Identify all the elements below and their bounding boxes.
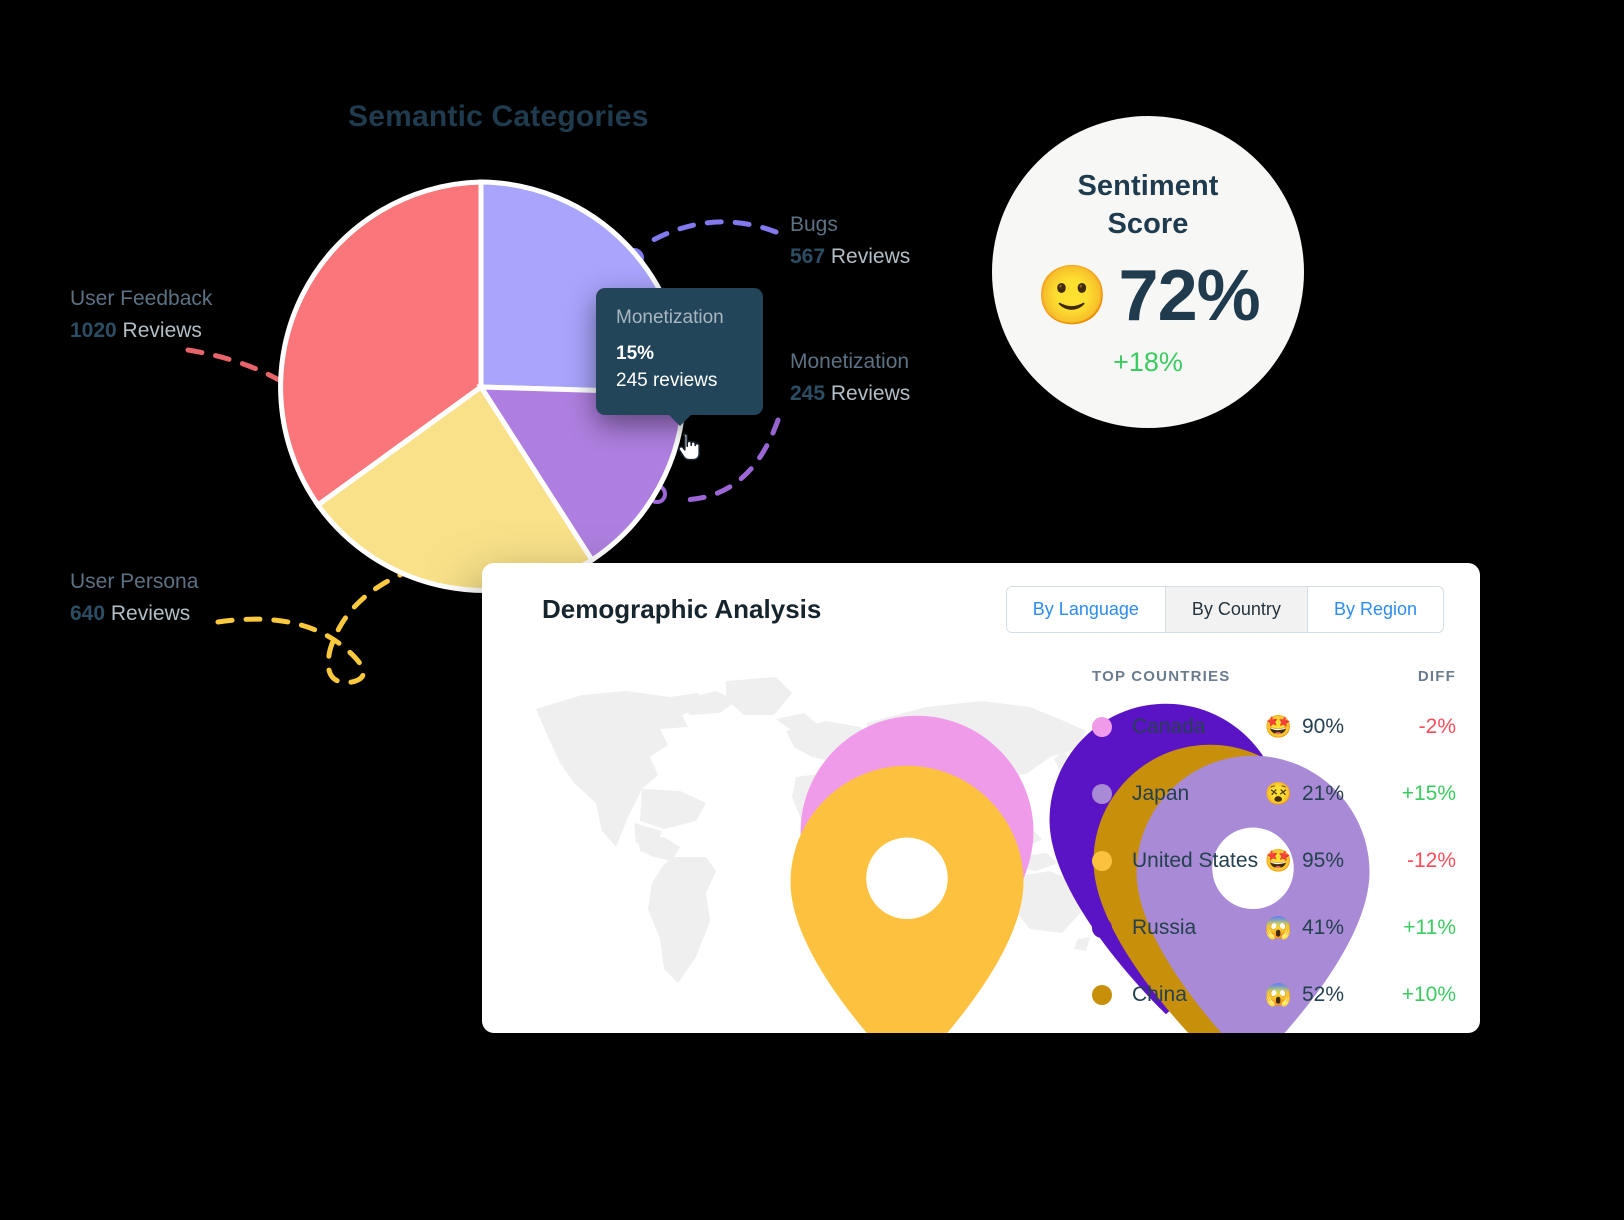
sentiment-delta: +18% (1113, 346, 1183, 377)
table-row[interactable]: China 😱 52% +10% (1082, 961, 1462, 1028)
slightly-smiling-face-icon: 🙂 (1036, 262, 1109, 328)
table-row[interactable]: United States 🤩 95% -12% (1082, 827, 1462, 894)
dizzy-face-emoji-icon: 😵 (1264, 780, 1292, 806)
country-color-dot (1092, 984, 1112, 1005)
country-diff: +11% (1403, 915, 1456, 939)
pie-label-value: 640 Reviews (70, 602, 191, 625)
tooltip-percent: 15% (616, 343, 655, 364)
top-countries-table: TOP COUNTRIES DIFF Canada 🤩 90% -2% Japa… (1082, 659, 1462, 1028)
screaming-face-emoji-icon: 😱 (1264, 981, 1292, 1007)
sentiment-title: Sentiment Score (1077, 167, 1218, 243)
pie-label-category: Bugs (790, 213, 838, 236)
tooltip-tail (668, 414, 692, 426)
country-name: Russia (1132, 915, 1197, 939)
country-color-dot (1092, 783, 1112, 804)
pie-label-category: User Feedback (70, 287, 213, 310)
sentiment-title-line1: Sentiment (1077, 169, 1219, 202)
card-title: Demographic Analysis (542, 593, 822, 624)
sentiment-score-value: 72% (1118, 255, 1261, 336)
table-row[interactable]: Canada 🤩 90% -2% (1082, 693, 1462, 760)
star-struck-emoji-icon: 🤩 (1264, 847, 1292, 873)
pie-label-category: User Persona (70, 570, 199, 593)
star-struck-emoji-icon: 🤩 (1264, 713, 1292, 739)
tooltip-reviews: 245 reviews (616, 370, 718, 391)
country-diff: +15% (1401, 781, 1456, 805)
table-row[interactable]: Russia 😱 41% +11% (1082, 894, 1462, 961)
country-name: China (1132, 982, 1187, 1006)
country-percent: 95% (1302, 848, 1345, 872)
sentiment-title-line2: Score (1107, 207, 1189, 240)
country-diff: -12% (1406, 848, 1456, 872)
dashboard-canvas: Semantic Categories User Feedback 1020 R… (0, 0, 1624, 1220)
pie-label-bugs: Bugs 567 Reviews (790, 210, 910, 274)
screaming-face-emoji-icon: 😱 (1264, 914, 1292, 940)
table-header-row: TOP COUNTRIES DIFF (1082, 659, 1462, 693)
country-diff: -2% (1418, 714, 1456, 738)
tab-by-country[interactable]: By Country (1165, 586, 1308, 632)
table-row[interactable]: Japan 😵 21% +15% (1082, 760, 1462, 827)
country-color-dot (1092, 716, 1112, 737)
country-color-dot (1092, 917, 1112, 938)
tooltip-category: Monetization (616, 307, 724, 328)
pie-tooltip: Monetization 15% 245 reviews (596, 288, 763, 426)
view-mode-tabs[interactable]: By Language By Country By Region (1005, 585, 1444, 633)
tab-by-language[interactable]: By Language (1006, 586, 1166, 632)
country-name: Japan (1132, 781, 1190, 805)
pie-label-user-persona: User Persona 640 Reviews (70, 567, 198, 631)
sentiment-score-row: 🙂 72% (1036, 255, 1261, 337)
column-header-top-countries: TOP COUNTRIES (1092, 667, 1231, 685)
card-header: Demographic Analysis By Language By Coun… (482, 563, 1480, 655)
hand-pointer-cursor-icon (678, 433, 700, 461)
pie-label-category: Monetization (790, 350, 910, 373)
pie-label-value: 245 Reviews (790, 382, 911, 405)
country-name: United States (1132, 848, 1259, 872)
country-percent: 41% (1302, 915, 1345, 939)
country-name: Canada (1132, 714, 1206, 738)
page-title: Semantic Categories (348, 100, 649, 133)
demographic-analysis-card: Demographic Analysis By Language By Coun… (482, 563, 1480, 1033)
country-percent: 21% (1302, 781, 1345, 805)
country-diff: +10% (1401, 982, 1456, 1006)
pie-label-monetization: Monetization 245 Reviews (790, 347, 910, 411)
pie-label-value: 567 Reviews (790, 245, 911, 268)
world-map[interactable] (530, 671, 1370, 1033)
pie-label-user-feedback: User Feedback 1020 Reviews (70, 284, 212, 348)
country-color-dot (1092, 850, 1112, 871)
country-percent: 52% (1302, 982, 1345, 1006)
country-percent: 90% (1302, 714, 1345, 738)
column-header-diff: DIFF (1417, 667, 1456, 685)
tab-by-region[interactable]: By Region (1307, 586, 1443, 632)
pie-label-value: 1020 Reviews (70, 319, 202, 342)
sentiment-score-widget: Sentiment Score 🙂 72% +18% (992, 116, 1304, 428)
